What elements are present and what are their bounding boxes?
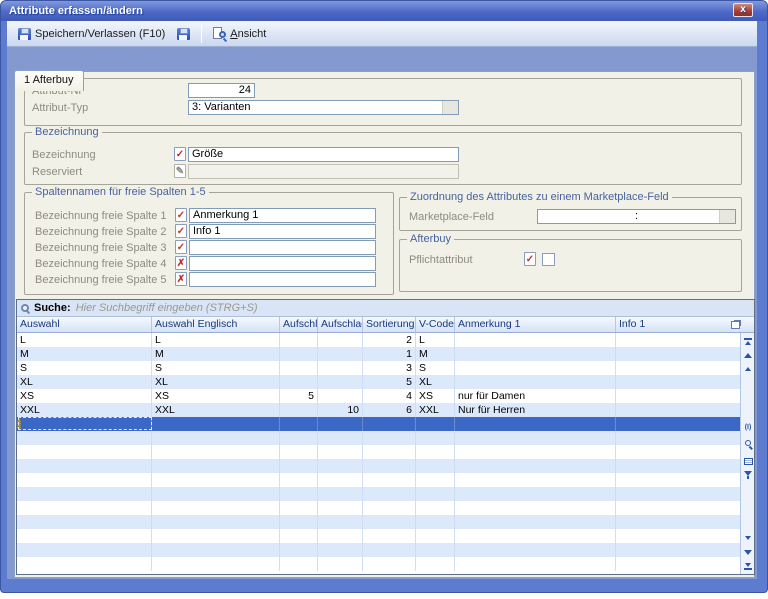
- search-icon: [21, 304, 29, 312]
- cross-flag-icon: ✗: [175, 256, 187, 270]
- selected-new-row[interactable]: [17, 417, 742, 431]
- col-header-vcode[interactable]: V-Code: [416, 317, 455, 332]
- grid-nav-strip: (I): [740, 333, 754, 574]
- attribut-typ-combo[interactable]: 3: Varianten: [188, 100, 459, 115]
- auswahl-grid: Suche: Hier Suchbegriff eingeben (STRG+S…: [16, 299, 755, 575]
- afterbuy-group-title: Afterbuy: [407, 233, 454, 245]
- grid-search-bar[interactable]: Suche: Hier Suchbegriff eingeben (STRG+S…: [17, 300, 754, 317]
- reserviert-field: [188, 164, 459, 179]
- attribut-typ-label: Attribut-Typ: [32, 102, 89, 114]
- table-row[interactable]: XXL XXL 10 6 XXL Nur für Herren: [17, 403, 742, 417]
- check-flag-icon: ✓: [174, 147, 186, 161]
- scroll-pageup-icon[interactable]: [741, 349, 754, 361]
- spalte4-field[interactable]: [189, 256, 376, 271]
- grid-body: LL2L MM1M SS3S XL XL 5 XL XS XS 5 4 XS nur für D…: [17, 333, 742, 574]
- empty-row[interactable]: [17, 487, 742, 501]
- marketplace-label: Marketplace-Feld: [409, 211, 494, 223]
- check-flag-icon: ✓: [175, 208, 187, 222]
- save-icon: [18, 27, 31, 40]
- check-flag-icon: ✓: [524, 252, 536, 266]
- column-chooser-button[interactable]: [728, 317, 742, 332]
- col-header-aufschlag-eur[interactable]: Aufschlag €: [318, 317, 363, 332]
- empty-row[interactable]: [17, 445, 742, 459]
- col-header-anmerkung[interactable]: Anmerkung 1: [455, 317, 616, 332]
- empty-row[interactable]: [17, 431, 742, 445]
- empty-row[interactable]: [17, 473, 742, 487]
- table-row[interactable]: MM1M: [17, 347, 742, 361]
- column-chooser-icon: [730, 320, 740, 329]
- ansicht-button[interactable]: Ansicht: [207, 24, 272, 43]
- bezeichnung-group-title: Bezeichnung: [32, 126, 102, 138]
- save-button[interactable]: [171, 25, 196, 43]
- content-frame: Speichern/Verlassen (F10) Ansicht 1 Afte…: [7, 21, 757, 579]
- tab-page-afterbuy: Attribut-Nr 24 Attribut-Typ 3: Varianten…: [14, 71, 755, 578]
- col-header-info[interactable]: Info 1: [616, 317, 728, 332]
- col-header-auswahl-englisch[interactable]: Auswahl Englisch: [152, 317, 280, 332]
- spalte1-label: Bezeichnung freie Spalte 1: [35, 210, 167, 222]
- ansicht-label: Ansicht: [230, 27, 267, 40]
- spalte3-field[interactable]: [189, 240, 376, 255]
- search-hint: Hier Suchbegriff eingeben (STRG+S): [75, 302, 258, 314]
- marketplace-field[interactable]: :: [537, 209, 736, 224]
- save-exit-button[interactable]: Speichern/Verlassen (F10): [12, 25, 171, 43]
- empty-row[interactable]: [17, 459, 742, 473]
- col-header-auswahl[interactable]: Auswahl: [17, 317, 152, 332]
- save-icon: [177, 27, 191, 40]
- pflichtattribut-label: Pflichtattribut: [409, 254, 473, 266]
- table-row[interactable]: XS XS 5 4 XS nur für Damen: [17, 389, 742, 403]
- edit-row-icon[interactable]: [741, 455, 754, 467]
- bezeichnung-field[interactable]: Größe: [188, 147, 459, 162]
- pencil-icon: ✎: [174, 164, 186, 178]
- save-exit-label: Speichern/Verlassen (F10): [35, 27, 166, 40]
- close-button[interactable]: x: [733, 3, 753, 17]
- toolbar: Speichern/Verlassen (F10) Ansicht: [7, 21, 757, 47]
- empty-row[interactable]: [17, 501, 742, 515]
- table-row[interactable]: LL2L: [17, 333, 742, 347]
- scroll-pagedown-icon[interactable]: [741, 546, 754, 558]
- scroll-last-icon[interactable]: [741, 560, 754, 572]
- bezeichnung-label: Bezeichnung: [32, 149, 96, 161]
- window-title: Attribute erfassen/ändern: [9, 5, 143, 17]
- spalte2-field[interactable]: Info 1: [189, 224, 376, 239]
- spalte3-label: Bezeichnung freie Spalte 3: [35, 242, 167, 254]
- spalte5-label: Bezeichnung freie Spalte 5: [35, 274, 167, 286]
- reserviert-label: Reserviert: [32, 166, 83, 178]
- titlebar: Attribute erfassen/ändern x: [1, 1, 767, 21]
- spalte2-label: Bezeichnung freie Spalte 2: [35, 226, 167, 238]
- spalten-group-title: Spaltennamen für freie Spalten 1-5: [32, 186, 209, 198]
- search-row-icon[interactable]: [741, 437, 754, 449]
- scroll-up-icon[interactable]: [741, 363, 754, 375]
- tab-afterbuy[interactable]: 1 Afterbuy: [14, 70, 84, 91]
- spalte5-field[interactable]: [189, 272, 376, 287]
- table-row[interactable]: XL XL 5 XL: [17, 375, 742, 389]
- empty-row[interactable]: [17, 529, 742, 543]
- search-label: Suche:: [34, 302, 71, 314]
- marketplace-group-title: Zuordnung des Attributes zu einem Market…: [407, 191, 672, 203]
- spalte4-label: Bezeichnung freie Spalte 4: [35, 258, 167, 270]
- edit-indicator-icon: (I): [744, 423, 752, 431]
- cross-flag-icon: ✗: [175, 272, 187, 286]
- empty-row[interactable]: [17, 543, 742, 557]
- attribut-nr-field[interactable]: 24: [188, 83, 255, 98]
- scroll-first-icon[interactable]: [741, 335, 754, 347]
- check-flag-icon: ✓: [175, 240, 187, 254]
- filter-icon[interactable]: [741, 469, 754, 481]
- scroll-down-icon[interactable]: [741, 532, 754, 544]
- empty-row[interactable]: [17, 557, 742, 571]
- col-header-sortierung[interactable]: Sortierung: [363, 317, 416, 332]
- preview-icon: [213, 27, 228, 43]
- col-header-aufschlag[interactable]: Aufschlag: [280, 317, 318, 332]
- check-flag-icon: ✓: [175, 224, 187, 238]
- spalte1-field[interactable]: Anmerkung 1: [189, 208, 376, 223]
- grid-header: Auswahl Auswahl Englisch Aufschlag Aufsc…: [17, 317, 754, 333]
- focused-cell-rect: [18, 417, 152, 430]
- dialog-window: Attribute erfassen/ändern x Speichern/Ve…: [0, 0, 768, 593]
- pflichtattribut-checkbox[interactable]: [542, 253, 555, 266]
- table-row[interactable]: SS3S: [17, 361, 742, 375]
- empty-row[interactable]: [17, 515, 742, 529]
- toolbar-separator: [201, 24, 203, 43]
